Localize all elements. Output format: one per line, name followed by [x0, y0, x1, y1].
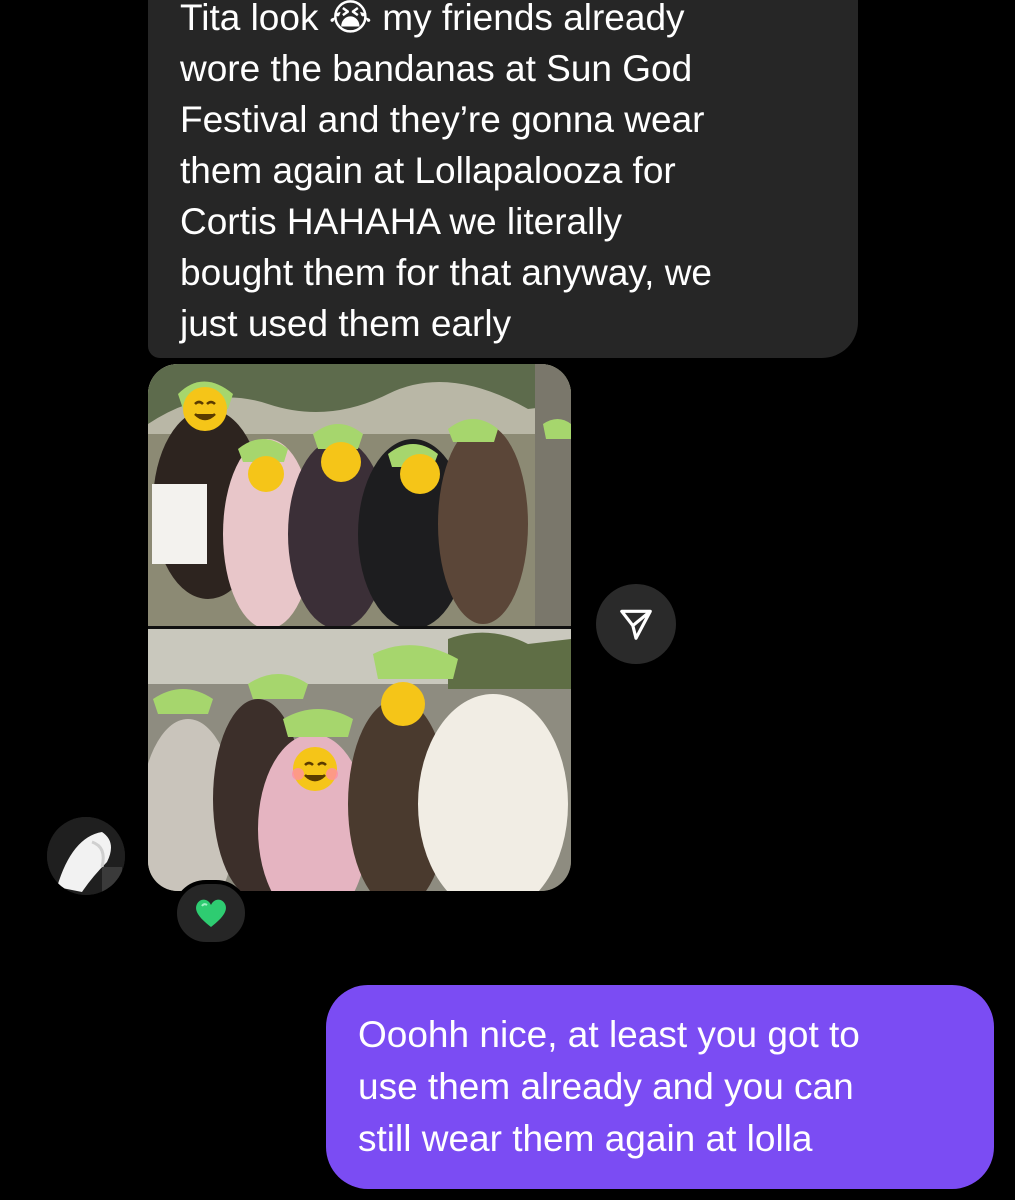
- outgoing-message-text: Ooohh nice, at least you got to use them…: [358, 1014, 860, 1159]
- send-paper-plane-icon: [620, 609, 652, 640]
- photo-bottom[interactable]: [148, 629, 571, 891]
- share-button[interactable]: [596, 584, 676, 664]
- photo-top-image: [148, 364, 571, 626]
- incoming-message-text: Tita look 😭 my friends already wore the …: [180, 0, 713, 344]
- photo-attachment[interactable]: [148, 364, 571, 891]
- photo-top[interactable]: [148, 364, 571, 626]
- incoming-message-bubble[interactable]: Tita look 😭 my friends already wore the …: [148, 0, 858, 358]
- photo-bottom-image: [148, 629, 571, 891]
- sender-avatar[interactable]: [47, 817, 125, 895]
- outgoing-message-bubble[interactable]: Ooohh nice, at least you got to use them…: [326, 985, 994, 1189]
- avatar-image: [47, 817, 125, 895]
- green-heart-icon: [196, 899, 226, 927]
- reaction-badge[interactable]: [173, 880, 249, 946]
